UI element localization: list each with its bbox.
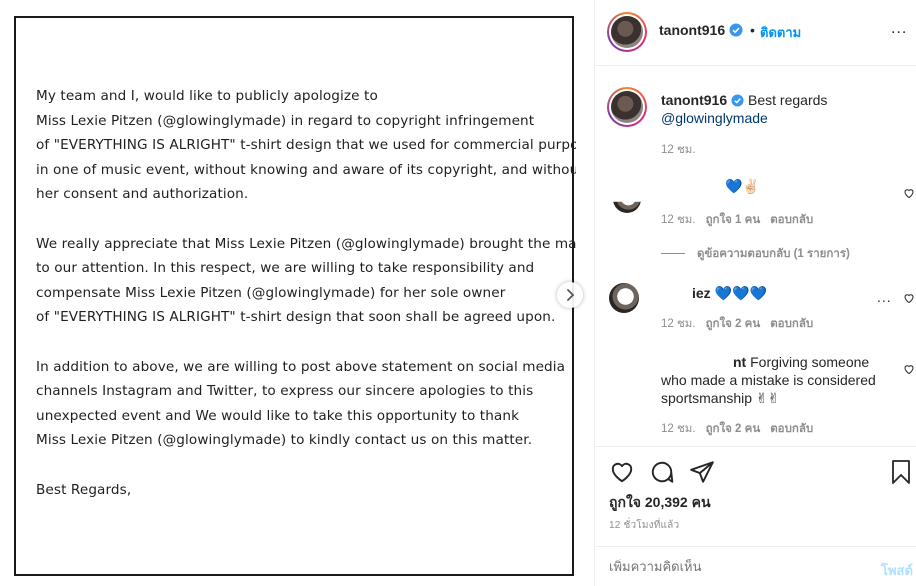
comment-meta: 12 ชม. ถูกใจ 1 คน ตอบกลับ	[661, 214, 814, 226]
chevron-right-icon	[567, 289, 575, 301]
comment-meta: 12 ชม. ถูกใจ 2 คน ตอบกลับ	[661, 318, 814, 330]
post-actions: ถูกใจ 20,392 คน 12 ชั่วโมงที่แล้ว	[595, 446, 916, 546]
more-options-button[interactable]: ...	[891, 20, 907, 38]
letter-line: In addition to above, we are willing to …	[36, 358, 566, 375]
add-comment-bar: โพสต์	[595, 546, 916, 586]
caption-username[interactable]: tanont916	[661, 92, 727, 108]
letter-line	[36, 330, 576, 355]
apology-letter-image: My team and I, would like to publicly ap…	[14, 16, 576, 576]
next-image-button[interactable]	[557, 282, 583, 308]
comment-text: 💙✌🏻	[725, 178, 760, 194]
comment-likes-count[interactable]: ถูกใจ 2 คน	[706, 318, 761, 330]
caption-body: Best regards	[748, 92, 828, 108]
likes-count[interactable]: ถูกใจ 20,392 คน	[609, 492, 711, 514]
verified-badge-icon	[731, 94, 744, 107]
letter-line: compensate Miss Lexie Pitzen (@glowingly…	[36, 284, 506, 301]
comment-text: nt Forgiving someone who made a mistake …	[661, 354, 876, 406]
comment-avatar[interactable]	[613, 201, 641, 213]
comment-username[interactable]: iez	[692, 285, 711, 301]
caption-time: 12 ชม.	[661, 144, 696, 156]
comment-text: iez 💙💙💙	[692, 285, 767, 301]
like-comment-heart-icon[interactable]	[903, 187, 915, 199]
reply-button[interactable]: ตอบกลับ	[770, 214, 813, 226]
letter-line: unexpected event and We would like to ta…	[36, 407, 520, 424]
comment-bubble-icon[interactable]	[649, 459, 675, 485]
letter-line: We really appreciate that Miss Lexie Pit…	[36, 235, 576, 252]
letter-line: her consent and authorization.	[36, 186, 249, 203]
letter-line: of "EVERYTHING IS ALRIGHT" t-shirt desig…	[36, 137, 576, 154]
letter-line	[36, 453, 576, 478]
post-timestamp[interactable]: 12 ชั่วโมงที่แล้ว	[609, 518, 679, 533]
caption-avatar[interactable]	[607, 87, 647, 127]
separator-dot: •	[750, 22, 755, 38]
post-comment-button[interactable]: โพสต์	[881, 560, 913, 581]
view-replies-button[interactable]: ดูข้อความตอบกลับ (1 รายการ)	[661, 245, 850, 263]
letter-line: Miss Lexie Pitzen (@glowinglymade) to ki…	[36, 432, 533, 449]
avatar[interactable]	[607, 12, 647, 52]
reply-button[interactable]: ตอบกลับ	[770, 423, 813, 435]
post-media[interactable]: My team and I, would like to publicly ap…	[0, 0, 594, 586]
verified-badge-icon	[729, 23, 743, 37]
like-heart-icon[interactable]	[609, 459, 635, 485]
comment-likes-count[interactable]: ถูกใจ 1 คน	[706, 214, 761, 226]
letter-text: My team and I, would like to publicly ap…	[36, 84, 576, 502]
letter-line: My team and I, would like to publicly ap…	[36, 88, 378, 104]
letter-line: in one of music event, without knowing a…	[36, 161, 576, 178]
letter-line: Miss Lexie Pitzen (@glowinglymade) in re…	[36, 112, 535, 129]
like-comment-heart-icon[interactable]	[903, 292, 915, 304]
comment-more-button[interactable]: ...	[877, 289, 892, 305]
comment-avatar[interactable]	[609, 283, 639, 313]
post-header: tanont916 • ติดตาม ...	[595, 0, 916, 66]
share-paper-plane-icon[interactable]	[689, 459, 715, 485]
save-bookmark-icon[interactable]	[889, 459, 913, 485]
letter-line	[36, 207, 576, 232]
comment-meta: 12 ชม. ถูกใจ 2 คน ตอบกลับ	[661, 423, 814, 435]
caption-text: tanont916 Best regards @glowinglymade	[661, 91, 901, 127]
letter-line: Best Regards,	[36, 481, 132, 498]
comment-input[interactable]	[609, 559, 849, 574]
caption-mention[interactable]: @glowinglymade	[661, 110, 768, 126]
comments-section: tanont916 Best regards @glowinglymade 12…	[595, 67, 916, 445]
comment-likes-count[interactable]: ถูกใจ 2 คน	[706, 423, 761, 435]
follow-button[interactable]: ติดตาม	[760, 22, 801, 43]
letter-line: of "EVERYTHING IS ALRIGHT" t-shirt desig…	[36, 309, 556, 326]
reply-button[interactable]: ตอบกลับ	[770, 318, 813, 330]
letter-line: channels Instagram and Twitter, to expre…	[36, 383, 534, 400]
comment-username[interactable]: nt	[733, 354, 746, 370]
letter-line: to our attention. In this respect, we ar…	[36, 260, 535, 277]
like-comment-heart-icon[interactable]	[903, 363, 915, 375]
username-text[interactable]: tanont916	[659, 22, 725, 38]
header-username[interactable]: tanont916	[659, 22, 743, 38]
